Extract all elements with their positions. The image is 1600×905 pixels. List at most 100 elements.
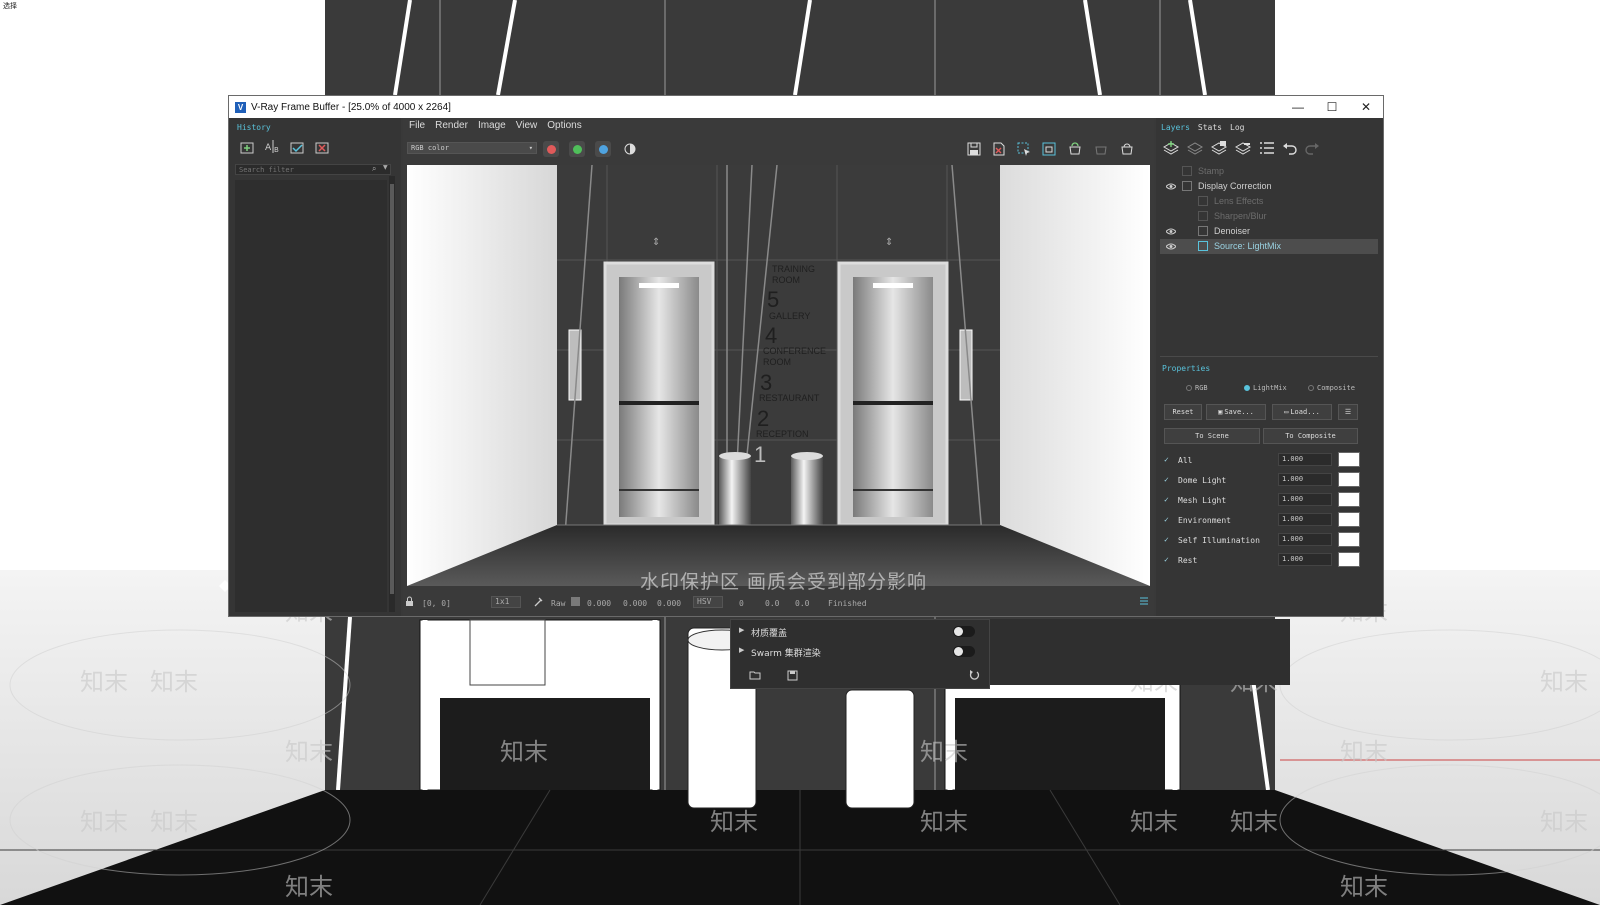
zoom-select[interactable]: 1x1: [491, 596, 521, 608]
layer-label: Lens Effects: [1214, 196, 1264, 206]
load-history-icon[interactable]: [289, 138, 306, 155]
light-intensity-input[interactable]: 1.000: [1278, 473, 1332, 486]
eye-icon[interactable]: [1166, 242, 1176, 251]
menu-image[interactable]: Image: [478, 120, 506, 131]
open-folder-icon[interactable]: [749, 670, 761, 680]
region-render-icon[interactable]: [1015, 140, 1033, 158]
save-preset-button[interactable]: ▣ Save...: [1206, 404, 1266, 420]
light-enable-checkbox[interactable]: ✓: [1164, 556, 1172, 564]
light-intensity-input[interactable]: 1.000: [1278, 533, 1332, 546]
light-enable-checkbox[interactable]: ✓: [1164, 516, 1172, 524]
light-enable-checkbox[interactable]: ✓: [1164, 476, 1172, 484]
color-space-select[interactable]: HSV: [693, 596, 723, 608]
watermark-brand: 知末: [920, 808, 968, 836]
swarm-render-toggle[interactable]: [953, 646, 975, 657]
light-color-swatch[interactable]: [1338, 472, 1360, 487]
history-list[interactable]: [235, 180, 387, 612]
save-layers-icon[interactable]: [1210, 140, 1228, 156]
save-to-history-icon[interactable]: [239, 138, 256, 155]
panel-splitter[interactable]: [1160, 356, 1378, 357]
options-list-button[interactable]: ☰: [1338, 404, 1358, 420]
remove-layer-icon[interactable]: [1186, 140, 1204, 156]
compare-ab-icon[interactable]: AB: [264, 138, 281, 155]
render-last-icon[interactable]: [1066, 140, 1084, 158]
light-row[interactable]: ✓ Rest 1.000: [1160, 551, 1378, 571]
light-enable-checkbox[interactable]: ✓: [1164, 456, 1172, 464]
render-icon[interactable]: [1118, 140, 1136, 158]
blue-channel-button[interactable]: [595, 141, 611, 157]
light-color-swatch[interactable]: [1338, 532, 1360, 547]
expand-arrow-icon[interactable]: ▶: [739, 626, 744, 634]
undo-icon[interactable]: [1282, 140, 1298, 156]
layer-display-correction[interactable]: Display Correction: [1160, 179, 1378, 194]
mode-composite-radio[interactable]: Composite: [1308, 384, 1355, 392]
light-intensity-input[interactable]: 1.000: [1278, 553, 1332, 566]
history-scrollbar[interactable]: [389, 176, 395, 612]
channel-select[interactable]: RGB color ▾: [407, 142, 537, 154]
light-color-swatch[interactable]: [1338, 452, 1360, 467]
light-intensity-input[interactable]: 1.000: [1278, 453, 1332, 466]
redo-icon[interactable]: [1304, 140, 1320, 156]
layer-lens-effects[interactable]: Lens Effects: [1160, 194, 1378, 209]
green-channel-button[interactable]: [569, 141, 585, 157]
light-enable-checkbox[interactable]: ✓: [1164, 536, 1172, 544]
add-layer-icon[interactable]: [1162, 140, 1180, 156]
reset-button[interactable]: Reset: [1164, 404, 1202, 420]
light-intensity-input[interactable]: 1.000: [1278, 513, 1332, 526]
menu-file[interactable]: File: [409, 120, 425, 131]
eye-icon[interactable]: [1166, 227, 1176, 236]
menu-options[interactable]: Options: [547, 120, 581, 131]
save-image-icon[interactable]: [965, 140, 983, 158]
history-search-input[interactable]: [235, 164, 391, 175]
menu-view[interactable]: View: [516, 120, 538, 131]
eye-icon[interactable]: [1166, 182, 1176, 191]
light-enable-checkbox[interactable]: ✓: [1164, 496, 1172, 504]
expand-arrow-icon[interactable]: ▶: [739, 646, 744, 654]
light-color-swatch[interactable]: [1338, 552, 1360, 567]
light-intensity-input[interactable]: 1.000: [1278, 493, 1332, 506]
mode-rgb-radio[interactable]: RGB: [1186, 384, 1208, 392]
light-row[interactable]: ✓ Mesh Light 1.000: [1160, 491, 1378, 511]
tab-log[interactable]: Log: [1230, 123, 1244, 132]
light-row[interactable]: ✓ Environment 1.000: [1160, 511, 1378, 531]
chevron-down-icon[interactable]: ▼: [383, 164, 388, 171]
swarm-render-row[interactable]: ▶ Swarm 集群渲染: [739, 644, 981, 660]
eyedropper-icon[interactable]: [533, 596, 543, 609]
window-titlebar[interactable]: V V-Ray Frame Buffer - [25.0% of 4000 x …: [229, 96, 1383, 118]
material-override-row[interactable]: ▶ 材质覆盖: [739, 624, 981, 640]
save-disk-icon[interactable]: [787, 670, 798, 681]
menu-render[interactable]: Render: [435, 120, 468, 131]
list-icon[interactable]: [1139, 596, 1149, 608]
material-override-toggle[interactable]: [953, 626, 975, 637]
layer-stamp[interactable]: Stamp: [1160, 164, 1378, 179]
layer-sharpen-blur[interactable]: Sharpen/Blur: [1160, 209, 1378, 224]
light-row[interactable]: ✓ All 1.000: [1160, 451, 1378, 471]
load-layers-icon[interactable]: [1234, 140, 1252, 156]
lock-icon[interactable]: [405, 596, 414, 609]
to-composite-button[interactable]: To Composite: [1263, 428, 1358, 444]
layer-source-lightmix[interactable]: Source: LightMix: [1160, 239, 1378, 254]
value-mode[interactable]: Raw: [551, 599, 565, 608]
load-preset-button[interactable]: ▭ Load...: [1272, 404, 1332, 420]
rendered-image[interactable]: ⇕ ⇕ TRAINING ROOM 5 GALLERY 4 CONFERENCE…: [407, 165, 1150, 586]
tab-layers[interactable]: Layers: [1161, 123, 1190, 132]
light-row[interactable]: ✓ Dome Light 1.000: [1160, 471, 1378, 491]
reset-icon[interactable]: [969, 669, 980, 680]
light-row[interactable]: ✓ Self Illumination 1.000: [1160, 531, 1378, 551]
to-scene-button[interactable]: To Scene: [1164, 428, 1260, 444]
mode-lightmix-radio[interactable]: LightMix: [1244, 384, 1287, 392]
minimize-button[interactable]: —: [1281, 96, 1315, 118]
alpha-channel-icon[interactable]: [621, 140, 639, 158]
stop-render-icon[interactable]: [1092, 140, 1110, 158]
tab-stats[interactable]: Stats: [1198, 123, 1222, 132]
close-button[interactable]: ✕: [1349, 96, 1383, 118]
light-color-swatch[interactable]: [1338, 512, 1360, 527]
light-color-swatch[interactable]: [1338, 492, 1360, 507]
red-channel-button[interactable]: [543, 141, 559, 157]
maximize-button[interactable]: ☐: [1315, 96, 1349, 118]
render-region-icon[interactable]: [1040, 140, 1058, 158]
layer-list-icon[interactable]: [1258, 140, 1276, 156]
clear-image-icon[interactable]: [990, 140, 1008, 158]
delete-history-icon[interactable]: [314, 138, 331, 155]
layer-denoiser[interactable]: Denoiser: [1160, 224, 1378, 239]
